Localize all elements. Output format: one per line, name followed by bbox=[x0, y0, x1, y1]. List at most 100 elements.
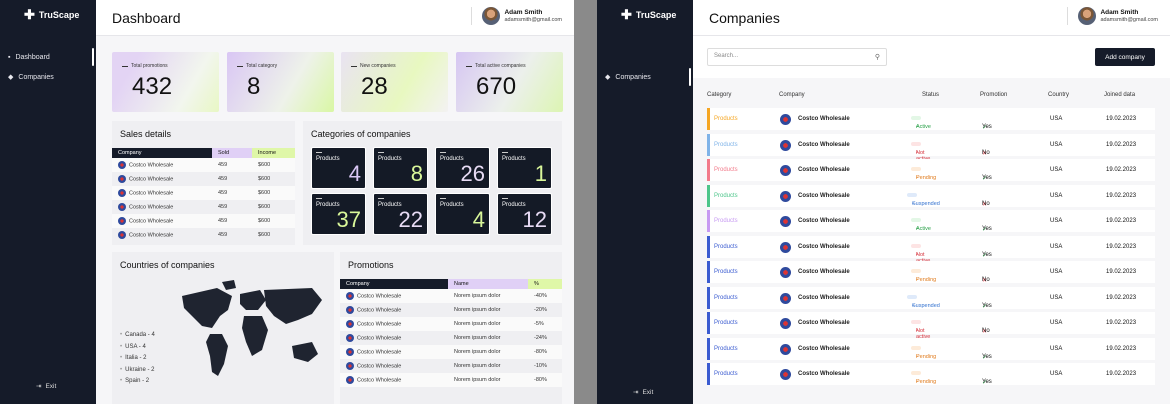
promotion-label: No bbox=[982, 149, 990, 156]
table-row[interactable]: ProductsCostco Wholesale• Not active✕NoU… bbox=[707, 133, 1155, 162]
company-logo-icon bbox=[346, 306, 354, 314]
table-row[interactable]: Costco Wholesale 459 $600 bbox=[112, 158, 295, 172]
table-row[interactable]: ProductsCostco Wholesale• Not active✕NoU… bbox=[707, 312, 1155, 340]
table-row[interactable]: Costco Wholesale Norem ipsum dolor -10% bbox=[340, 359, 562, 373]
category-cell: Products bbox=[714, 269, 738, 275]
column-header[interactable]: Category bbox=[707, 92, 731, 98]
table-row[interactable]: Products Costco Wholesale • Pending ✕ No USA 1… bbox=[707, 261, 1155, 284]
column-header[interactable]: Country bbox=[1048, 92, 1069, 98]
column-header[interactable]: % bbox=[528, 279, 562, 289]
percent-cell: -20% bbox=[534, 307, 547, 313]
promotion-name-cell: Norem ipsum dolor bbox=[454, 349, 501, 355]
category-tile[interactable]: Products 22 bbox=[373, 193, 428, 235]
category-cell: Products bbox=[714, 167, 738, 173]
column-header[interactable]: Sold bbox=[212, 148, 252, 158]
stat-label: Total category bbox=[237, 63, 324, 69]
table-row[interactable]: Costco Wholesale 459 $600 bbox=[112, 214, 295, 228]
search-input[interactable]: Search... ⚲ bbox=[707, 48, 887, 66]
category-count: 12 bbox=[522, 207, 547, 232]
income-cell: $600 bbox=[258, 204, 271, 210]
promotion-label: Yes bbox=[982, 124, 992, 130]
sidebar-item-companies[interactable]: ◆ Companies bbox=[597, 68, 693, 86]
sales-details-panel: Sales details Company Sold Income Costco… bbox=[112, 121, 295, 245]
sidebar: ✚ TruScape ▪ Dashboard ◆ Companies ⇥ Exi… bbox=[0, 0, 96, 404]
joined-date-cell: 19.02.2023 bbox=[1106, 345, 1137, 352]
table-row[interactable]: Costco Wholesale Norem ipsum dolor -80% bbox=[340, 373, 562, 387]
company-name: Costco Wholesale bbox=[357, 377, 402, 384]
column-header[interactable]: Name bbox=[448, 279, 528, 289]
joined-date-cell: 19.02.2023 bbox=[1106, 167, 1137, 173]
promotion-label: Yes bbox=[982, 379, 992, 385]
promotion-label: Yes bbox=[982, 226, 992, 232]
column-header[interactable]: Income bbox=[252, 148, 295, 158]
column-header[interactable]: Promotion bbox=[980, 92, 1007, 98]
bullet-icon: • bbox=[120, 366, 123, 373]
table-row[interactable]: Costco Wholesale Norem ipsum dolor -20% bbox=[340, 303, 562, 317]
category-cell: Products bbox=[714, 345, 738, 352]
column-header[interactable]: Company bbox=[112, 148, 212, 158]
promotion-name-cell: Norem ipsum dolor bbox=[454, 363, 501, 369]
category-tile[interactable]: Products 1 bbox=[497, 147, 552, 189]
table-row[interactable]: Costco Wholesale 459 $600 bbox=[112, 172, 295, 186]
category-tile[interactable]: Products 12 bbox=[497, 193, 552, 235]
table-row[interactable]: Costco Wholesale Norem ipsum dolor -40% bbox=[340, 289, 562, 303]
brand-logo[interactable]: ✚ TruScape bbox=[621, 8, 676, 21]
table-row[interactable]: Costco Wholesale Norem ipsum dolor -5% bbox=[340, 317, 562, 331]
company-cell: Costco Wholesale bbox=[340, 359, 448, 373]
table-row[interactable]: Costco Wholesale 459 $600 bbox=[112, 200, 295, 214]
category-cell: Products bbox=[714, 116, 738, 122]
category-tile[interactable]: Products 4 bbox=[435, 193, 490, 235]
column-header[interactable]: Status bbox=[922, 92, 939, 98]
user-profile[interactable]: Adam Smith adamsmith@gmail.com bbox=[471, 7, 562, 25]
country-cell: USA bbox=[1050, 371, 1063, 377]
promotion-name-cell: Norem ipsum dolor bbox=[454, 307, 501, 313]
search-placeholder: Search... bbox=[714, 53, 739, 59]
exit-button[interactable]: ⇥ Exit bbox=[633, 388, 653, 397]
company-name: Costco Wholesale bbox=[798, 141, 850, 148]
table-row[interactable]: ProductsCostco Wholesale• Not active✓Yes… bbox=[707, 235, 1155, 264]
table-row[interactable]: Products Costco Wholesale • Suspended ✓ Yes U… bbox=[707, 286, 1155, 310]
sold-cell: 459 bbox=[218, 204, 228, 210]
table-row[interactable]: Products Costco Wholesale • Active ✓ Yes USA 1… bbox=[707, 210, 1155, 233]
user-email: adamsmith@gmail.com bbox=[1100, 17, 1158, 23]
company-name: Costco Wholesale bbox=[798, 371, 850, 377]
company-name: Costco Wholesale bbox=[129, 162, 174, 169]
add-company-button[interactable]: Add company bbox=[1095, 48, 1155, 66]
sidebar-item-companies[interactable]: ◆ Companies bbox=[0, 68, 96, 86]
table-row[interactable]: Costco Wholesale Norem ipsum dolor -80% bbox=[340, 345, 562, 359]
status-badge: • Pending bbox=[911, 345, 936, 360]
table-row[interactable]: Products Costco Wholesale • Pending ✓ Yes USA… bbox=[707, 363, 1155, 386]
company-name: Costco Wholesale bbox=[798, 320, 850, 326]
user-profile[interactable]: Adam Smith adamsmith@gmail.com bbox=[1067, 7, 1158, 25]
table-row[interactable]: Products Costco Wholesale • Pending ✓ Yes USA… bbox=[707, 159, 1155, 182]
grid-icon: ▪ bbox=[8, 53, 11, 61]
category-tile[interactable]: Products 4 bbox=[311, 147, 366, 189]
brand-logo[interactable]: ✚ TruScape bbox=[24, 8, 79, 21]
table-row[interactable]: Costco Wholesale 459 $600 bbox=[112, 186, 295, 200]
category-count: 1 bbox=[534, 161, 547, 186]
table-row[interactable]: Products Costco Wholesale • Suspended ✕ No US… bbox=[707, 184, 1155, 208]
sold-cell: 459 bbox=[218, 176, 228, 182]
table-row[interactable]: Products Costco Wholesale • Active ✓ Yes USA 1… bbox=[707, 108, 1155, 131]
column-header[interactable]: Company bbox=[779, 92, 805, 98]
sold-cell: 459 bbox=[218, 232, 228, 238]
category-tile[interactable]: Products 26 bbox=[435, 147, 490, 189]
table-row[interactable]: Costco Wholesale Norem ipsum dolor -24% bbox=[340, 331, 562, 345]
stat-label: Total promotions bbox=[122, 63, 209, 69]
column-header[interactable]: Company bbox=[340, 279, 448, 289]
panel-title: Categories of companies bbox=[311, 129, 411, 139]
column-header[interactable]: Joined data bbox=[1104, 92, 1135, 98]
category-label: Products bbox=[378, 152, 402, 162]
category-tile[interactable]: Products 37 bbox=[311, 193, 366, 235]
category-tile[interactable]: Products 8 bbox=[373, 147, 428, 189]
status-label: Suspended bbox=[912, 302, 940, 309]
joined-date-cell: 19.02.2023 bbox=[1106, 243, 1137, 250]
table-row[interactable]: Costco Wholesale 459 $600 bbox=[112, 228, 295, 242]
percent-cell: -5% bbox=[534, 321, 544, 327]
exit-button[interactable]: ⇥ Exit bbox=[36, 382, 56, 391]
joined-date-cell: 19.02.2023 bbox=[1106, 218, 1137, 224]
category-label: Products bbox=[440, 198, 464, 208]
sidebar-item-dashboard[interactable]: ▪ Dashboard bbox=[0, 48, 96, 66]
stat-label: New companies bbox=[351, 63, 438, 69]
table-row[interactable]: Products Costco Wholesale • Pending ✓ Yes USA… bbox=[707, 337, 1155, 361]
